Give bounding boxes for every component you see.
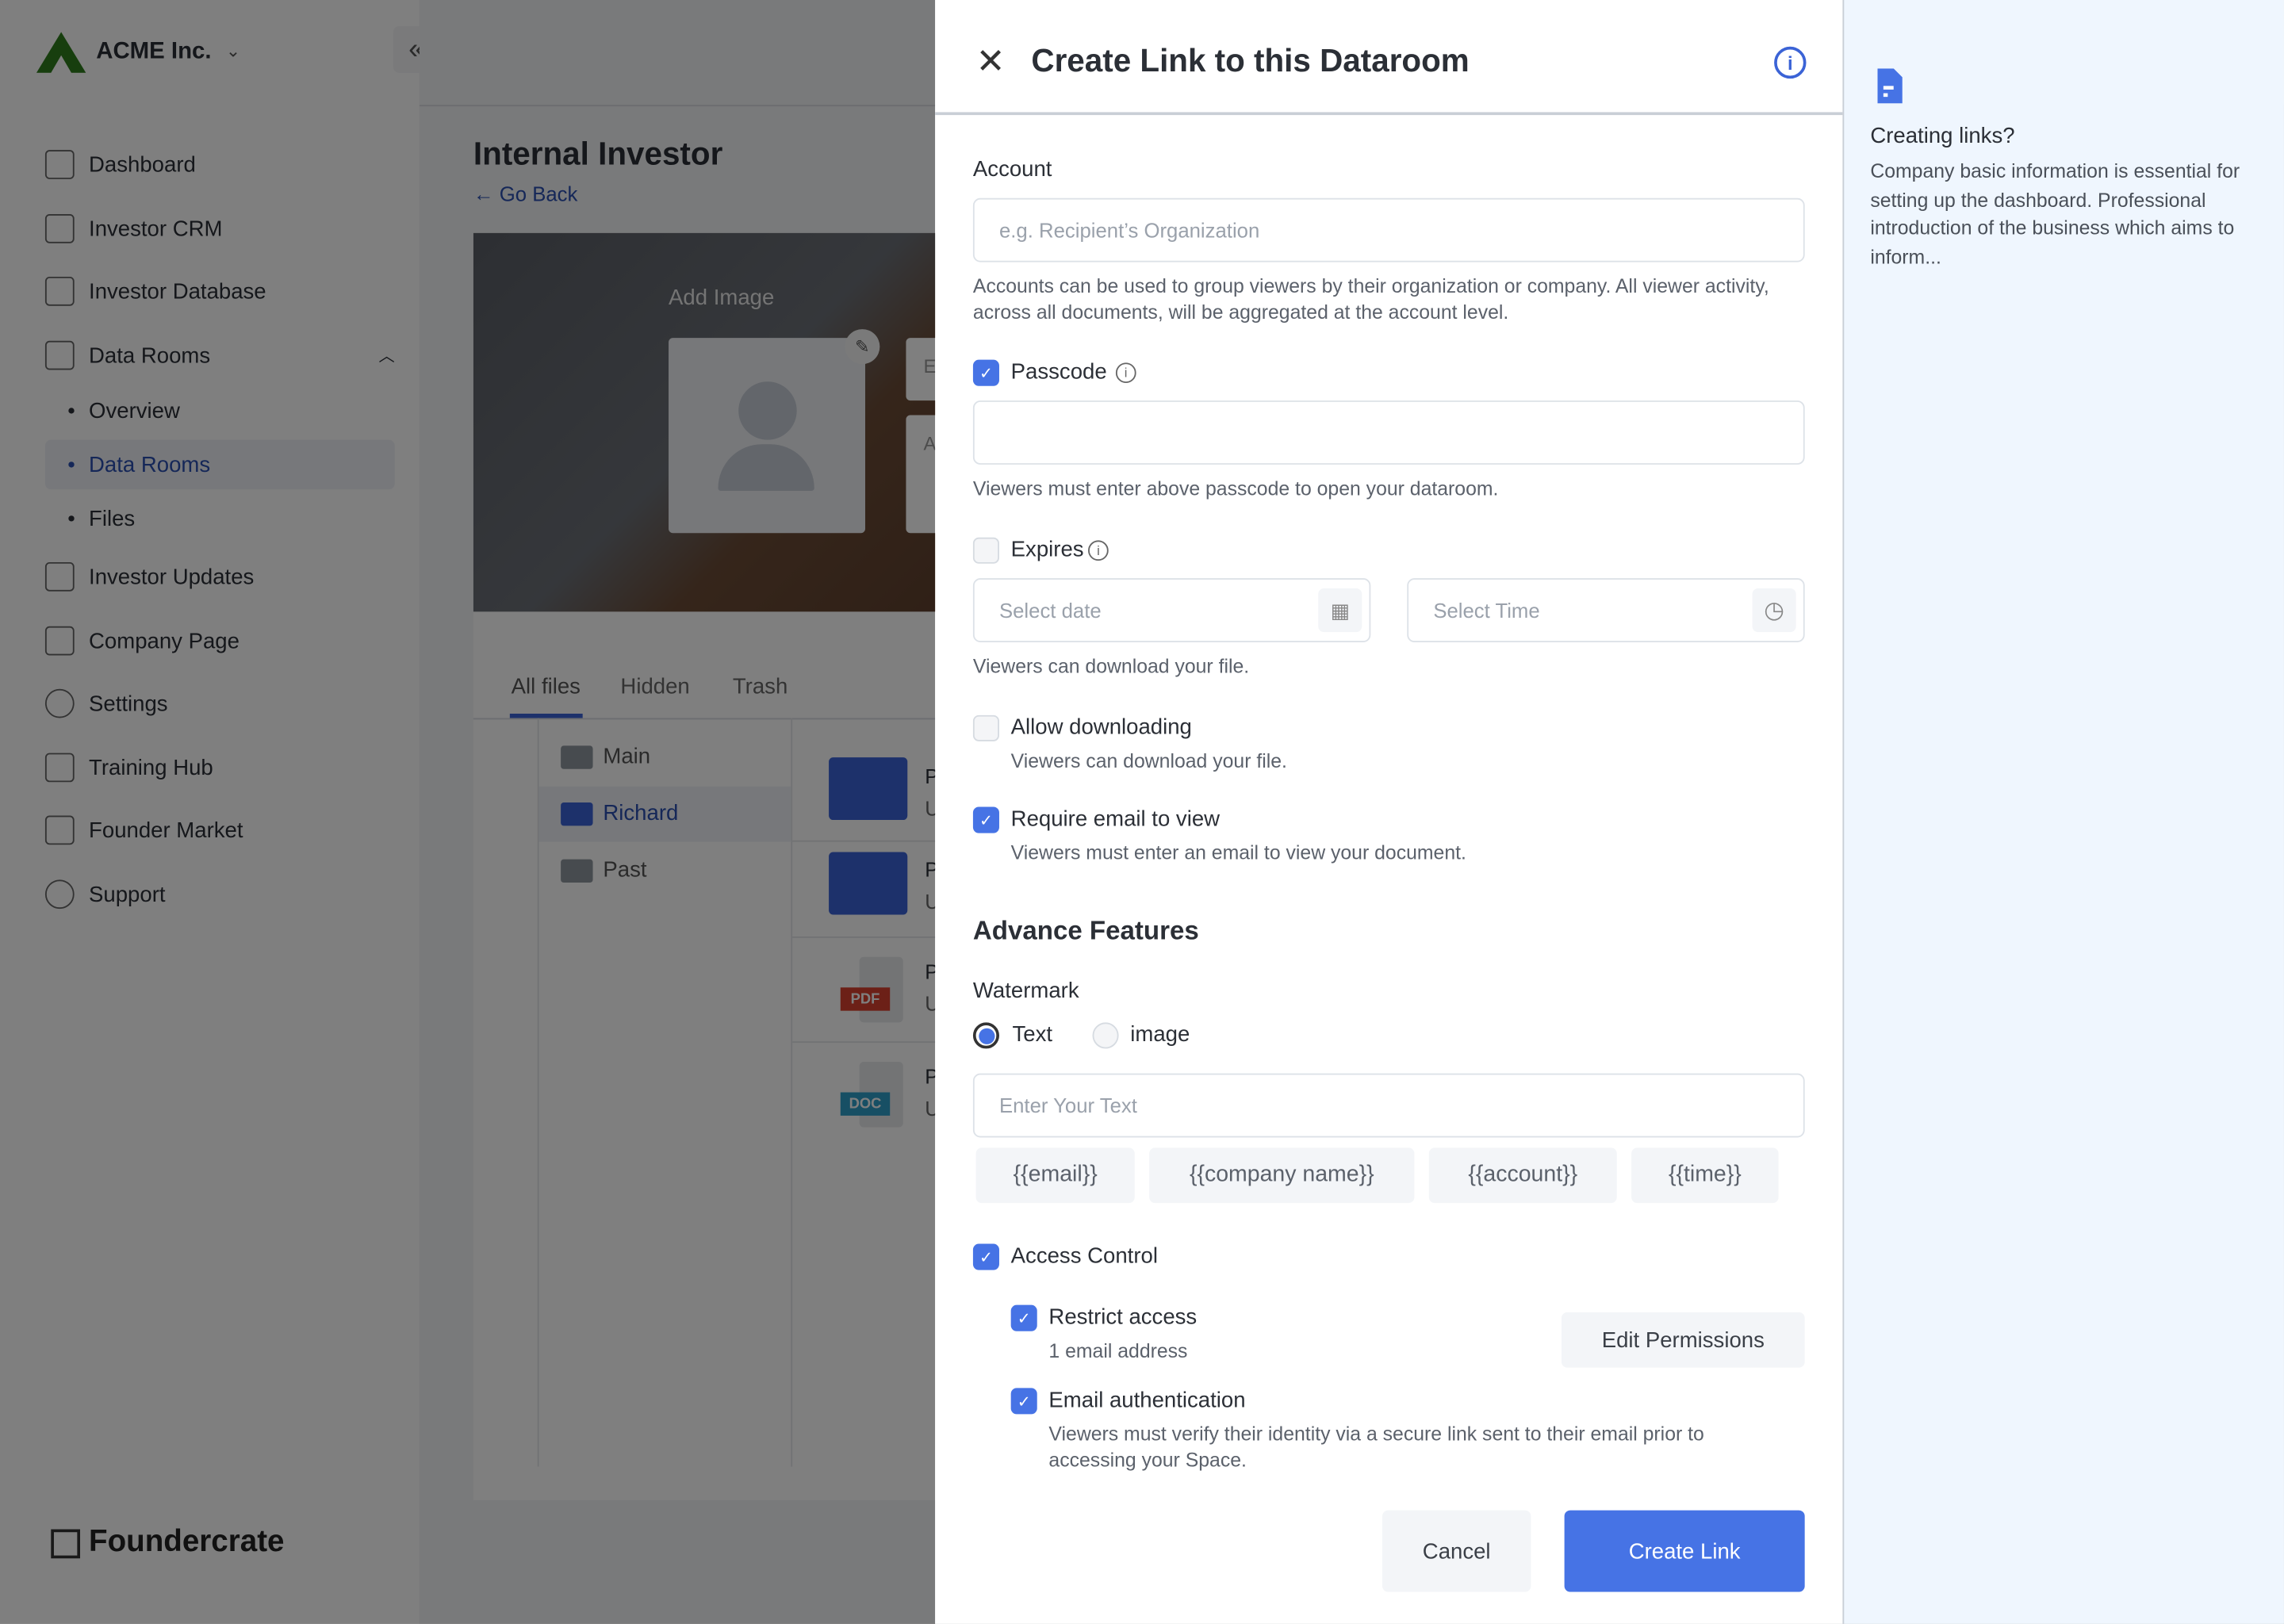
expires-label: Expires i: [1011, 538, 1109, 562]
passcode-input[interactable]: [972, 400, 1805, 465]
create-link-drawer: ✕ Create Link to this Dataroom i Account…: [935, 0, 1843, 1624]
email-authentication-checkbox[interactable]: ✓: [1010, 1388, 1037, 1415]
expires-checkbox[interactable]: [972, 537, 999, 564]
account-label: Account: [972, 157, 1052, 182]
restrict-access-sub: 1 email address: [1048, 1339, 1188, 1362]
modal-backdrop[interactable]: [0, 0, 936, 1624]
info-text: Company basic information is essential f…: [1870, 160, 2240, 268]
chip-company-name[interactable]: {{company name}}: [1149, 1147, 1415, 1204]
access-control-label: Access Control: [1010, 1243, 1158, 1269]
info-icon[interactable]: i: [1774, 46, 1807, 79]
passcode-label: Passcode i: [1011, 360, 1136, 385]
drawer-title: Create Link to this Dataroom: [1031, 42, 1470, 79]
expires-help: Viewers can download your file.: [972, 655, 1250, 678]
chip-email[interactable]: {{email}}: [975, 1147, 1135, 1204]
allow-downloading-checkbox[interactable]: [972, 714, 999, 741]
info-title: Creating links?: [1870, 124, 2015, 149]
cancel-button[interactable]: Cancel: [1382, 1510, 1531, 1592]
allow-downloading-help: Viewers can download your file.: [1010, 749, 1287, 772]
edit-permissions-button[interactable]: Edit Permissions: [1561, 1312, 1805, 1368]
info-icon[interactable]: i: [1115, 362, 1136, 383]
create-link-button[interactable]: Create Link: [1564, 1510, 1805, 1592]
require-email-label: Require email to view: [1010, 806, 1221, 832]
account-input[interactable]: e.g. Recipient’s Organization: [972, 197, 1805, 262]
radio-label: Text: [1012, 1022, 1053, 1048]
chip-time[interactable]: {{time}}: [1631, 1147, 1779, 1204]
date-input[interactable]: Select date ▦: [972, 578, 1371, 642]
chip-account[interactable]: {{account}}: [1428, 1147, 1617, 1204]
clock-icon[interactable]: ◷: [1752, 588, 1796, 633]
watermark-label: Watermark: [972, 979, 1079, 1004]
watermark-text-radio[interactable]: [972, 1022, 999, 1049]
close-icon[interactable]: ✕: [976, 40, 1006, 82]
watermark-image-radio[interactable]: [1092, 1022, 1119, 1049]
account-help: Accounts can be used to group viewers by…: [972, 275, 1769, 324]
info-panel: Creating links? Company basic informatio…: [1842, 0, 2284, 1624]
advance-features-heading: Advance Features: [972, 916, 1199, 946]
allow-downloading-label: Allow downloading: [1010, 714, 1192, 741]
document-icon: [1877, 68, 1903, 104]
email-authentication-help: Viewers must verify their identity via a…: [1048, 1423, 1704, 1472]
info-icon[interactable]: i: [1088, 539, 1109, 561]
calendar-icon[interactable]: ▦: [1318, 588, 1362, 633]
watermark-text-input[interactable]: Enter Your Text: [972, 1073, 1805, 1138]
restrict-access-label: Restrict access: [1048, 1304, 1198, 1330]
passcode-checkbox[interactable]: ✓: [972, 359, 999, 386]
restrict-access-checkbox[interactable]: ✓: [1010, 1304, 1037, 1331]
access-control-checkbox[interactable]: ✓: [972, 1243, 999, 1270]
require-email-help: Viewers must enter an email to view your…: [1010, 841, 1466, 864]
passcode-help: Viewers must enter above passcode to ope…: [972, 477, 1499, 500]
time-input[interactable]: Select Time ◷: [1407, 578, 1805, 642]
email-authentication-label: Email authentication: [1048, 1388, 1246, 1413]
require-email-checkbox[interactable]: ✓: [972, 806, 999, 833]
radio-label: image: [1130, 1022, 1190, 1048]
